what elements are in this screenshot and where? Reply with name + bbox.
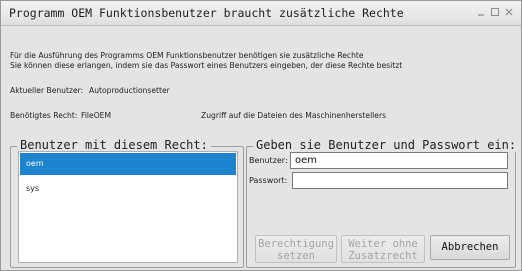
users-group: Benutzer mit diesem Recht: oem sys bbox=[10, 138, 244, 268]
info-line-2: Sie können diese erlangen, indem sie das… bbox=[10, 61, 403, 70]
list-item-label: oem bbox=[26, 159, 44, 168]
close-icon[interactable] bbox=[502, 5, 516, 19]
cancel-button-label: Abbrechen bbox=[441, 241, 499, 253]
authorize-button-line1: Berechtigung bbox=[258, 238, 334, 250]
continue-button-line2: Zusatzrecht bbox=[348, 250, 418, 262]
users-group-title: Benutzer mit diesem Recht: bbox=[17, 138, 211, 152]
list-item-oem[interactable]: oem bbox=[20, 153, 236, 175]
password-input[interactable] bbox=[292, 172, 508, 189]
info-line-1: Für die Ausführung des Programms OEM Fun… bbox=[10, 51, 364, 60]
list-item-label: sys bbox=[26, 184, 40, 193]
password-field-label: Passwort: bbox=[249, 176, 288, 185]
authorize-button-line2: setzen bbox=[277, 250, 315, 262]
required-right-description: Zugriff auf die Dateien des Maschinenher… bbox=[201, 111, 387, 120]
continue-button-line1: Weiter ohne bbox=[348, 238, 418, 250]
required-right-value: FileOEM bbox=[81, 111, 112, 120]
current-user-label: Aktueller Benutzer: bbox=[10, 86, 84, 95]
maximize-icon[interactable] bbox=[488, 5, 502, 19]
continue-without-button[interactable]: Weiter ohne Zusatzrecht bbox=[341, 235, 425, 263]
current-user-value: Autoproductionsetter bbox=[89, 86, 170, 95]
list-item-sys[interactable]: sys bbox=[20, 178, 236, 200]
window-title: Programm OEM Funktionsbenutzer braucht z… bbox=[9, 6, 404, 20]
authorize-button[interactable]: Berechtigung setzen bbox=[255, 235, 337, 263]
required-right-label: Benötigtes Recht: bbox=[10, 111, 78, 120]
minimize-icon[interactable] bbox=[474, 5, 488, 19]
login-group: Geben sie Benutzer und Passwort ein: Ben… bbox=[246, 138, 520, 268]
login-group-title: Geben sie Benutzer und Passwort ein: bbox=[253, 138, 520, 152]
info-section: Für die Ausführung des Programms OEM Fun… bbox=[1, 26, 521, 121]
cancel-button[interactable]: Abbrechen bbox=[430, 235, 510, 260]
title-bar[interactable]: Programm OEM Funktionsbenutzer braucht z… bbox=[1, 1, 521, 26]
user-input[interactable]: oem bbox=[290, 152, 508, 169]
user-field-label: Benutzer: bbox=[249, 156, 288, 165]
user-list[interactable]: oem sys bbox=[18, 151, 238, 263]
permission-dialog: Programm OEM Funktionsbenutzer braucht z… bbox=[0, 0, 522, 271]
user-input-value: oem bbox=[295, 155, 318, 166]
